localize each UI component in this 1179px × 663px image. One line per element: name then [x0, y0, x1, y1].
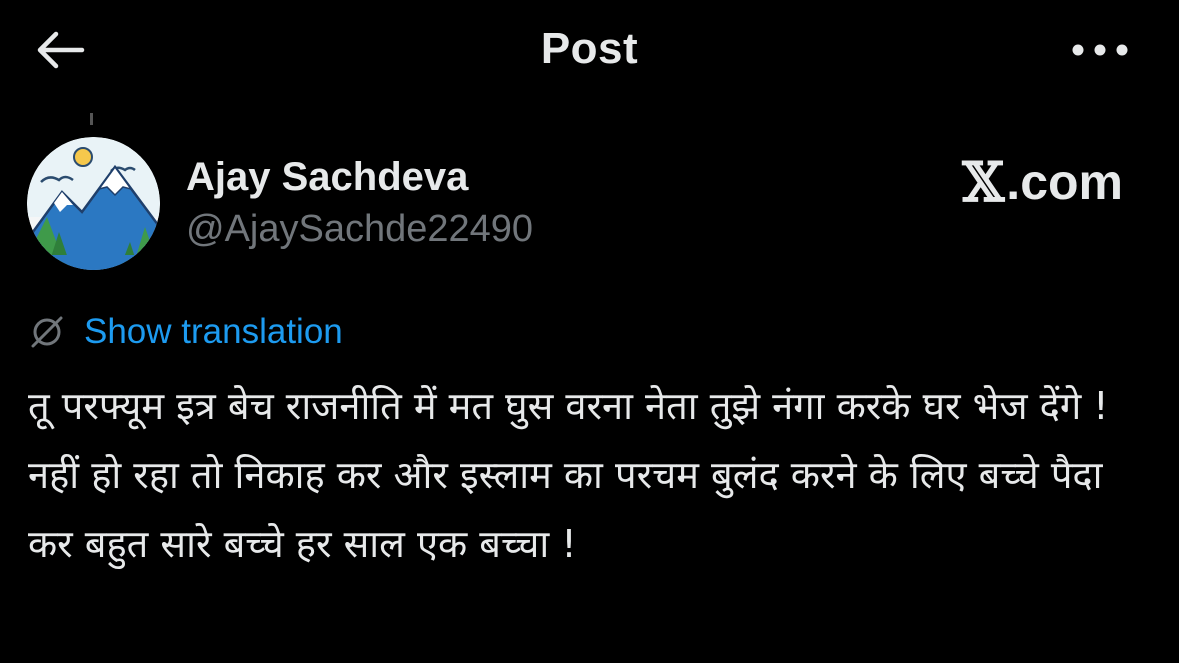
thread-line-divider [90, 113, 93, 125]
show-translation-label: Show translation [84, 312, 343, 351]
post-body-text: तू परफ्यूम इत्र बेच राजनीति में मत घुस व… [28, 384, 1109, 566]
brand-logo: 𝕏 .com [962, 150, 1123, 214]
avatar[interactable] [27, 137, 160, 270]
brand-domain: .com [1006, 154, 1123, 210]
translate-slash-icon [28, 313, 66, 351]
top-bar: Post [0, 0, 1179, 100]
more-options-button[interactable] [1065, 30, 1135, 70]
page-title: Post [540, 24, 639, 73]
author-handle[interactable]: @AjaySachde22490 [186, 208, 533, 251]
more-dots-icon [1072, 44, 1128, 56]
author-name[interactable]: Ajay Sachdeva [186, 155, 468, 200]
mountain-landscape-avatar [27, 137, 160, 270]
show-translation-link[interactable]: Show translation [28, 312, 343, 352]
x-logo-icon: 𝕏 [962, 150, 1005, 214]
